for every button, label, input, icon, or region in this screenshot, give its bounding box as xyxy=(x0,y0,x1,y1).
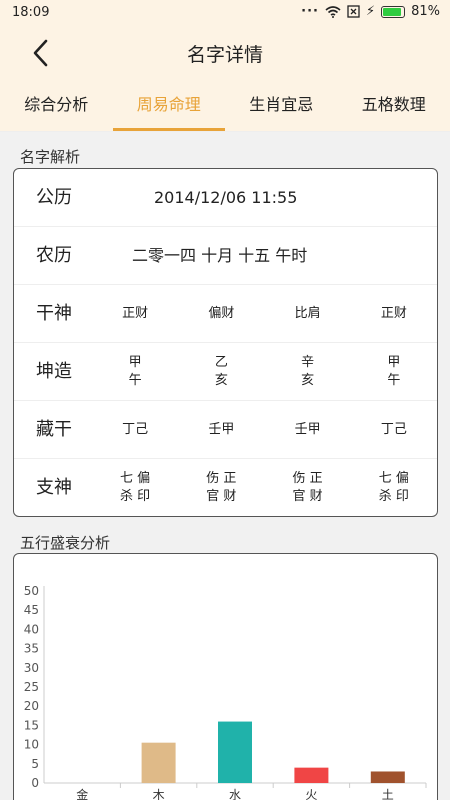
canggan-cell: 丁己 xyxy=(122,422,149,437)
tab-zodiac[interactable]: 生肖宜忌 xyxy=(225,80,338,131)
canggan-label: 藏干 xyxy=(36,419,72,440)
x-tick-label: 木 xyxy=(153,788,165,800)
kunzao-label: 坤造 xyxy=(36,361,72,382)
wuxing-chart-card: 0 5 10 15 20 25 30 35 40 45 50 金 木 水 火 土 xyxy=(13,553,438,800)
canggan-row: 藏干 丁己 壬甲 壬甲 丁己 xyxy=(14,401,437,459)
zhishen-cell: 伤 正 官 财 xyxy=(292,471,323,504)
kunzao-cell: 辛 亥 xyxy=(301,355,315,388)
nongli-row: 农历 二零一四 十月 十五 午时 xyxy=(14,227,437,285)
y-tick-label: 50 xyxy=(24,584,39,598)
canggan-cell: 壬甲 xyxy=(294,422,321,437)
ganshen-label: 干神 xyxy=(36,303,72,324)
y-tick-label: 25 xyxy=(24,680,39,694)
status-icons: ··· ⚡ 81% xyxy=(301,4,440,19)
kunzao-cell: 甲 午 xyxy=(128,355,142,388)
nongli-label: 农历 xyxy=(36,245,72,266)
wuxing-bar-chart: 0 5 10 15 20 25 30 35 40 45 50 金 木 水 火 土 xyxy=(24,584,427,800)
x-tick-label: 水 xyxy=(229,788,241,800)
y-tick-label: 0 xyxy=(31,776,39,790)
canggan-cell: 壬甲 xyxy=(208,422,235,437)
zhishen-cell: 七 偏 杀 印 xyxy=(378,471,409,504)
tab-wuge[interactable]: 五格数理 xyxy=(338,80,450,131)
y-tick-label: 20 xyxy=(24,699,39,713)
ganshen-cell: 正财 xyxy=(380,306,407,321)
tab-zhouyi[interactable]: 周易命理 xyxy=(112,80,226,131)
tab-comprehensive[interactable]: 综合分析 xyxy=(0,80,113,131)
no-sim-icon xyxy=(347,5,360,18)
canggan-cell: 丁己 xyxy=(380,422,407,437)
x-tick-label: 土 xyxy=(382,788,394,800)
x-tick-label: 火 xyxy=(305,788,317,800)
status-time: 18:09 xyxy=(12,5,50,20)
bar-2 xyxy=(218,721,252,783)
ganshen-row: 干神 正财 偏财 比肩 正财 xyxy=(14,285,437,343)
y-tick-label: 10 xyxy=(24,738,39,752)
gongli-row: 公历 2014/12/06 11:55 xyxy=(14,169,437,227)
tab-bar: 综合分析 周易命理 生肖宜忌 五格数理 xyxy=(0,80,450,132)
bar-4 xyxy=(370,771,405,783)
y-tick-label: 5 xyxy=(31,757,39,771)
more-dots-icon: ··· xyxy=(301,4,319,19)
y-tick-label: 45 xyxy=(24,603,39,617)
zhishen-cell: 七 偏 杀 印 xyxy=(120,471,151,504)
wifi-icon xyxy=(325,5,341,18)
analysis-section-title: 名字解析 xyxy=(20,148,81,166)
kunzao-row: 坤造 甲 午 乙 亥 辛 亥 甲 午 xyxy=(14,343,437,401)
ganshen-cell: 正财 xyxy=(122,306,149,321)
app-header: 名字详情 xyxy=(0,26,450,80)
y-tick-label: 35 xyxy=(24,642,39,656)
y-tick-label: 30 xyxy=(24,661,39,675)
battery-percent: 81% xyxy=(411,4,440,19)
battery-icon xyxy=(381,5,406,18)
bazi-card: 公历 2014/12/06 11:55 农历 二零一四 十月 十五 午时 干神 … xyxy=(13,168,438,517)
y-tick-label: 15 xyxy=(24,718,39,732)
ganshen-cell: 比肩 xyxy=(294,306,321,321)
x-tick-label: 金 xyxy=(76,787,88,800)
bar-3 xyxy=(294,767,329,783)
bar-1 xyxy=(141,742,176,783)
charging-icon: ⚡ xyxy=(365,4,376,19)
nongli-value: 二零一四 十月 十五 午时 xyxy=(132,246,308,265)
page-title: 名字详情 xyxy=(186,44,263,66)
kunzao-cell: 甲 午 xyxy=(387,355,401,388)
zhishen-cell: 伤 正 官 财 xyxy=(206,471,237,504)
kunzao-cell: 乙 亥 xyxy=(214,355,228,388)
y-tick-label: 40 xyxy=(24,622,39,636)
status-bar: 18:09 ··· ⚡ 81% xyxy=(0,0,450,26)
ganshen-cell: 偏财 xyxy=(208,306,235,321)
zhishen-row: 支神 七 偏 杀 印 伤 正 官 财 伤 正 官 财 七 偏 杀 印 xyxy=(14,459,437,517)
zhishen-label: 支神 xyxy=(36,477,72,498)
gongli-value: 2014/12/06 11:55 xyxy=(154,188,298,207)
wuxing-section-title: 五行盛衰分析 xyxy=(20,534,111,552)
gongli-label: 公历 xyxy=(36,187,72,208)
